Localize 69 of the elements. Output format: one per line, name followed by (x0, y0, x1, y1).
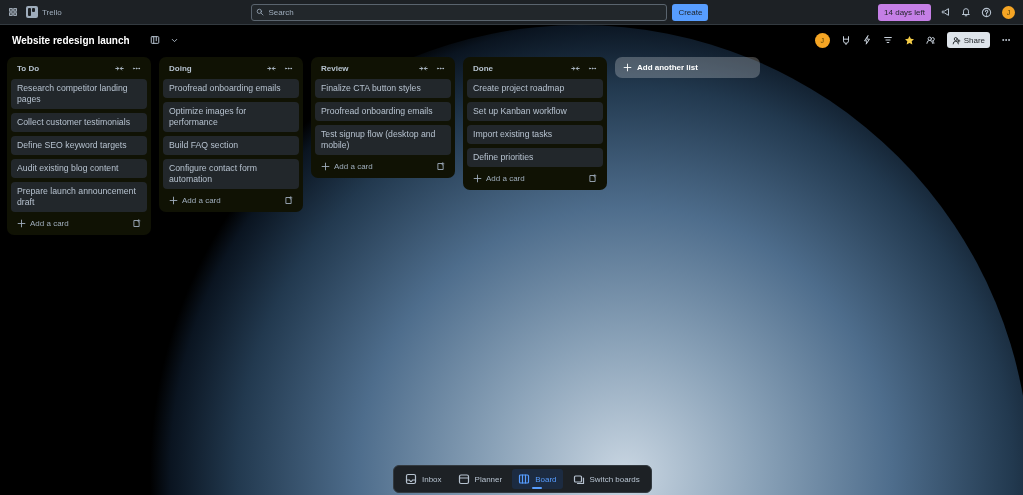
board-view-icon[interactable] (149, 35, 160, 45)
list-title[interactable]: To Do (17, 64, 107, 73)
add-list-button[interactable]: Add another list (615, 57, 760, 78)
template-icon[interactable] (284, 196, 293, 205)
task-card[interactable]: Optimize images for performance (163, 102, 299, 132)
megaphone-icon[interactable] (941, 7, 951, 17)
template-icon[interactable] (132, 219, 141, 228)
nav-tab[interactable]: Board (512, 469, 563, 489)
task-card[interactable]: Finalize CTA button styles (315, 79, 451, 98)
task-card[interactable]: Proofread onboarding emails (163, 79, 299, 98)
task-card[interactable]: Create project roadmap (467, 79, 603, 98)
plus-icon (623, 63, 632, 72)
collapse-icon[interactable] (115, 64, 124, 73)
nav-tab[interactable]: Switch boards (566, 469, 646, 489)
trello-logo-icon[interactable] (26, 6, 38, 18)
more-icon[interactable] (588, 64, 597, 73)
members-icon[interactable] (925, 35, 936, 45)
plus-icon[interactable] (17, 219, 26, 228)
trial-badge[interactable]: 14 days left (878, 3, 931, 21)
template-icon[interactable] (588, 174, 597, 183)
help-icon[interactable] (981, 6, 992, 18)
task-card[interactable]: Configure contact form automation (163, 159, 299, 189)
list-title[interactable]: Review (321, 64, 411, 73)
nav-tab[interactable]: Planner (451, 469, 509, 489)
create-button[interactable]: Create (672, 3, 709, 21)
task-card[interactable]: Build FAQ section (163, 136, 299, 155)
calendar-icon[interactable] (457, 473, 470, 485)
add-card-link[interactable]: Add a card (182, 196, 221, 205)
star-icon[interactable] (903, 34, 915, 46)
collapse-icon[interactable] (571, 64, 580, 73)
plus-icon[interactable] (473, 174, 482, 183)
template-icon[interactable] (436, 162, 445, 171)
search-icon[interactable] (256, 8, 265, 16)
board-icon[interactable] (518, 473, 531, 485)
add-person-icon (951, 35, 961, 45)
inbox-icon[interactable] (405, 473, 417, 485)
collapse-icon[interactable] (267, 64, 276, 73)
search-field[interactable]: Search (251, 3, 668, 21)
more-icon[interactable] (436, 64, 445, 73)
bell-icon[interactable] (961, 7, 971, 17)
add-card-link[interactable]: Add a card (486, 174, 525, 183)
task-card[interactable]: Collect customer testimonials (11, 113, 147, 132)
task-card[interactable]: Prepare launch announcement draft (11, 182, 147, 212)
board-title[interactable]: Website redesign launch (12, 34, 130, 46)
lightning-icon[interactable] (861, 35, 872, 45)
task-card[interactable]: Define priorities (467, 148, 603, 167)
add-card-link[interactable]: Add a card (30, 219, 69, 228)
task-card[interactable]: Import existing tasks (467, 125, 603, 144)
more-icon[interactable] (132, 64, 141, 73)
task-card[interactable]: Test signup flow (desktop and mobile) (315, 125, 451, 155)
task-card[interactable]: Define SEO keyword targets (11, 136, 147, 155)
share-button[interactable]: Share (946, 32, 990, 48)
task-card[interactable]: Set up Kanban workflow (467, 102, 603, 121)
collapse-icon[interactable] (419, 64, 428, 73)
nav-tab[interactable]: Inbox (399, 469, 448, 489)
switch-boards-icon[interactable] (572, 473, 585, 485)
power-up-icon[interactable] (840, 35, 851, 45)
list-title[interactable]: Done (473, 64, 563, 73)
app-name[interactable]: Trello (42, 7, 62, 17)
list-title[interactable]: Doing (169, 64, 259, 73)
add-card-link[interactable]: Add a card (334, 162, 373, 171)
task-card[interactable]: Audit existing blog content (11, 159, 147, 178)
apps-grid-icon[interactable] (8, 7, 18, 17)
task-card[interactable]: Proofread onboarding emails (315, 102, 451, 121)
filter-icon[interactable] (882, 35, 893, 45)
plus-icon[interactable] (169, 196, 178, 205)
more-icon[interactable] (284, 64, 293, 73)
task-card[interactable]: Research competitor landing pages (11, 79, 147, 109)
plus-icon[interactable] (321, 162, 330, 171)
